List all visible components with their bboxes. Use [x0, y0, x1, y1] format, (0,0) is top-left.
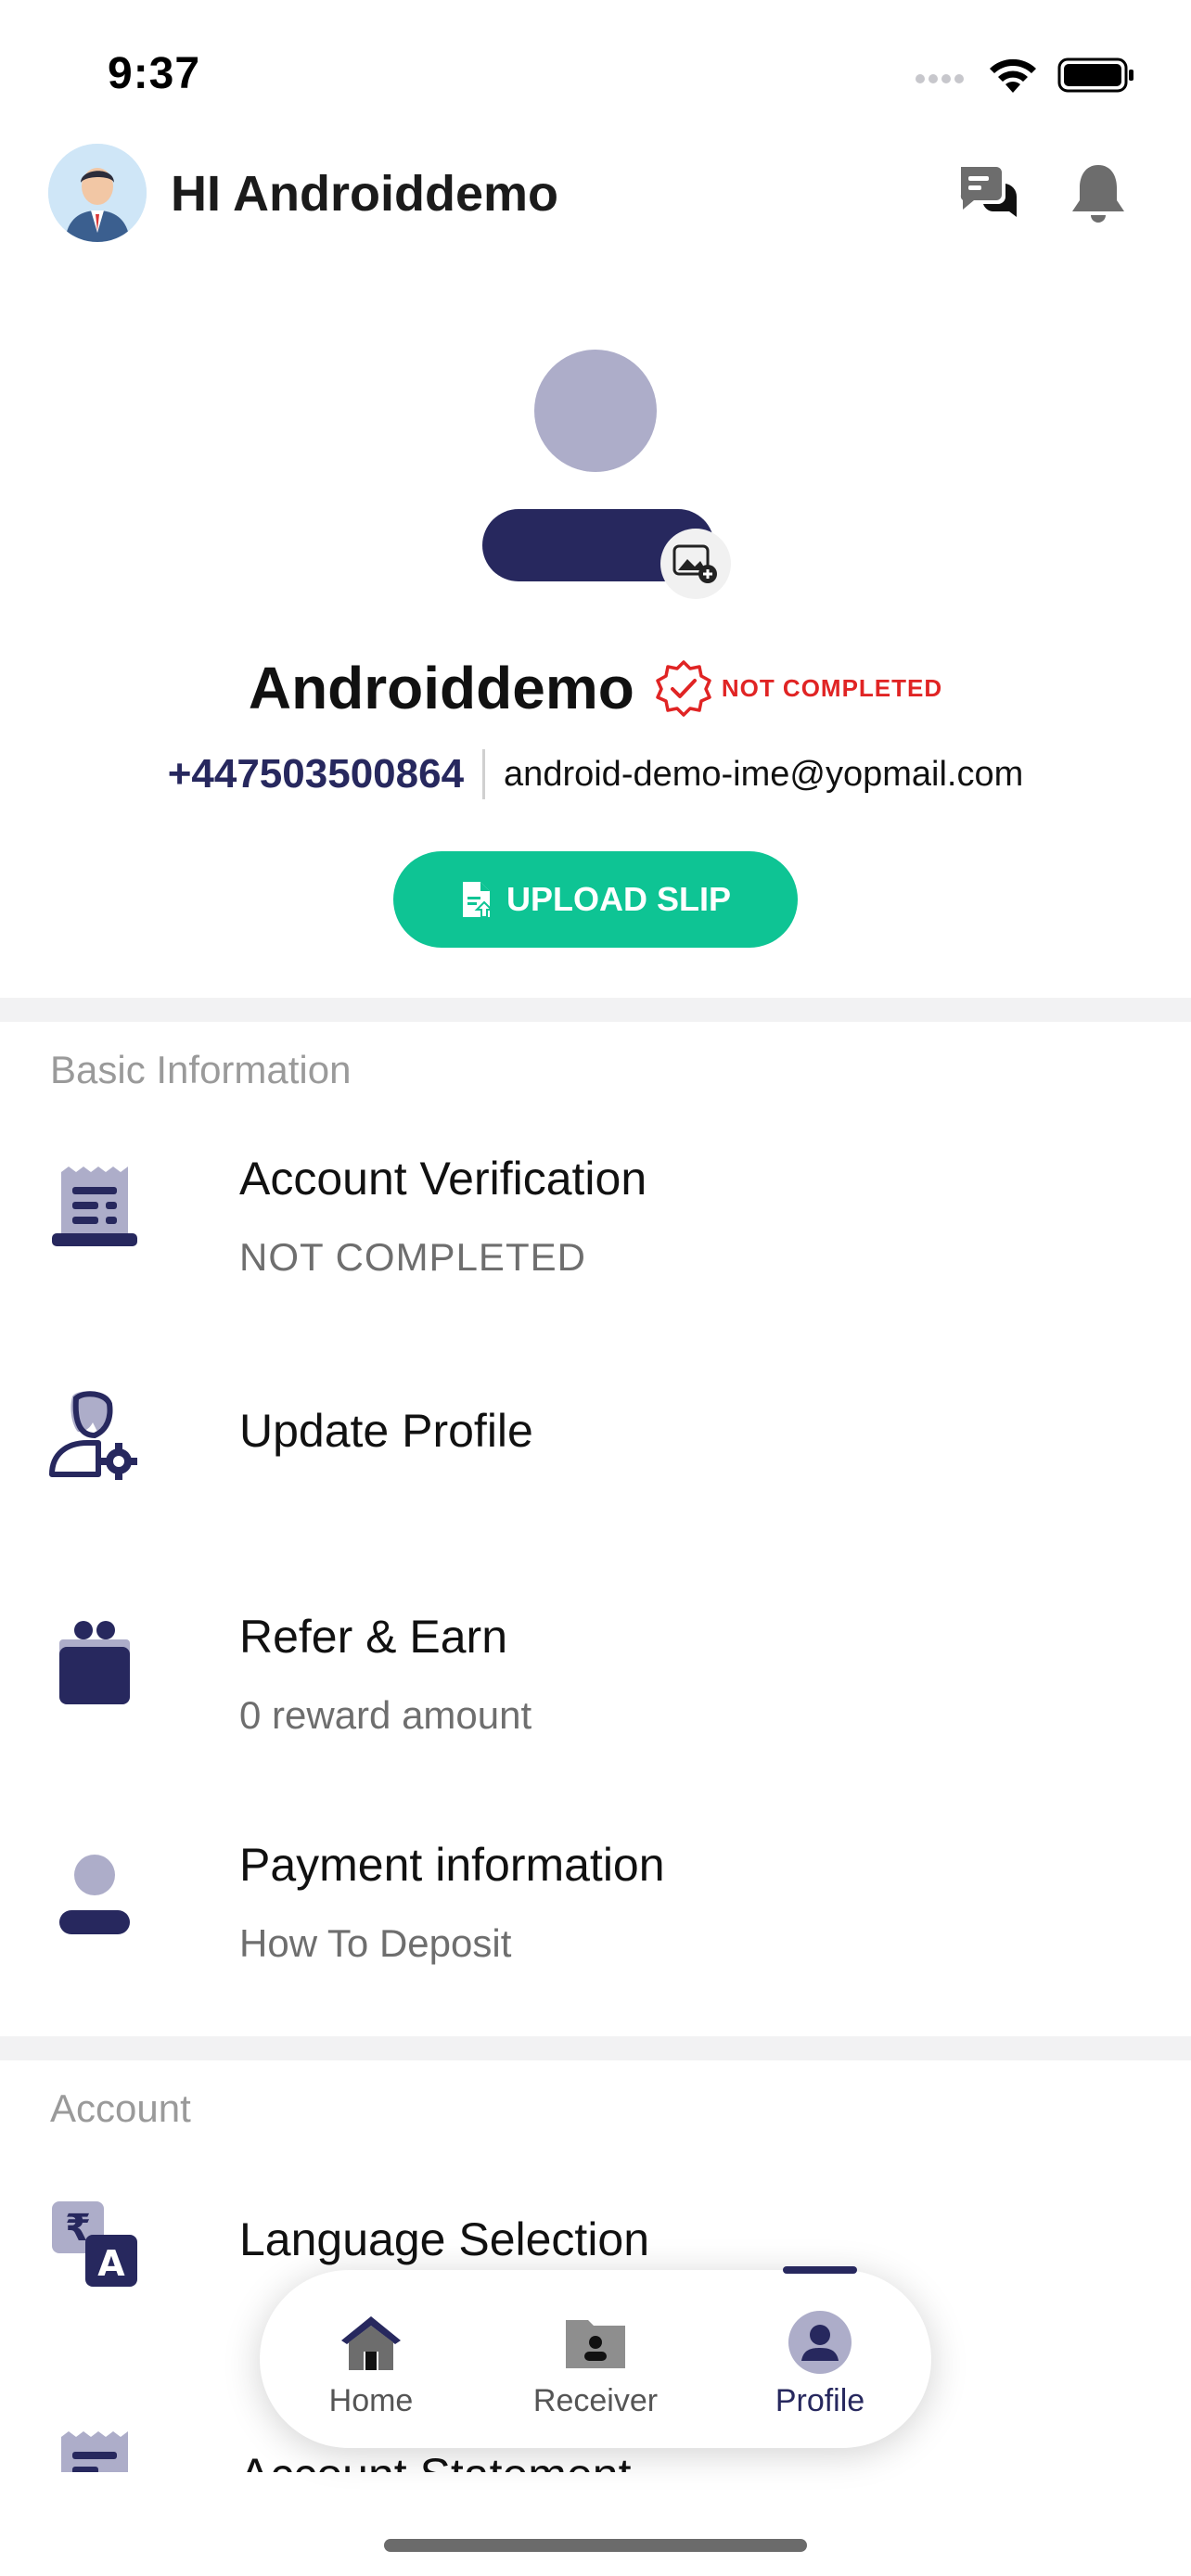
- menu-item-title: Account Verification: [239, 1153, 647, 1205]
- menu-item-subtitle: How To Deposit: [239, 1921, 512, 1965]
- user-settings-icon: [49, 1391, 137, 1480]
- avatar[interactable]: [48, 144, 147, 242]
- section-divider: [0, 2036, 1191, 2060]
- gift-icon: [59, 1621, 130, 1704]
- receipt-icon: [52, 1167, 137, 1246]
- menu-item-payment-information[interactable]: Payment information How To Deposit: [0, 1806, 1191, 1992]
- wifi-icon: [990, 58, 1036, 93]
- tab-label: Home: [328, 2383, 414, 2418]
- menu-item-update-profile[interactable]: Update Profile: [0, 1372, 1191, 1558]
- verification-status: NOT COMPLETED: [721, 673, 943, 702]
- phone-number: +447503500864: [168, 749, 486, 799]
- menu-item-subtitle: NOT COMPLETED: [239, 1235, 586, 1279]
- profile-name-row: Androiddemo NOT COMPLETED: [0, 654, 1191, 722]
- upload-slip-label: UPLOAD SLIP: [506, 880, 731, 918]
- chat-icon: [960, 167, 1018, 217]
- tab-home[interactable]: Home: [278, 2270, 464, 2448]
- bottom-navigation: Home Receiver Profile: [260, 2266, 931, 2448]
- upload-document-icon: [462, 882, 493, 918]
- section-title-account: Account: [50, 2086, 191, 2130]
- bell-icon: [1072, 165, 1124, 223]
- email-address: android-demo-ime@yopmail.com: [504, 754, 1024, 794]
- profile-name: Androiddemo: [248, 655, 634, 721]
- add-photo-icon: [672, 544, 717, 583]
- contact-row: +447503500864 android-demo-ime@yopmail.c…: [0, 749, 1191, 799]
- menu-item-title: Update Profile: [239, 1405, 533, 1457]
- menu-item-account-verification[interactable]: Account Verification NOT COMPLETED: [0, 1131, 1191, 1317]
- user-avatar-icon: [48, 144, 147, 242]
- menu-item-title: Payment information: [239, 1839, 665, 1891]
- menu-item-subtitle: 0 reward amount: [239, 1693, 532, 1737]
- tab-receiver[interactable]: Receiver: [503, 2270, 688, 2448]
- menu-item-refer-earn[interactable]: Refer & Earn 0 reward amount: [0, 1576, 1191, 1762]
- app-header: HI Androiddemo: [0, 139, 1191, 250]
- translate-icon: ₹ A: [52, 2201, 137, 2287]
- notifications-button[interactable]: [1065, 159, 1132, 226]
- tab-label: Receiver: [532, 2383, 659, 2418]
- change-photo-button[interactable]: [660, 529, 731, 599]
- person-icon: [59, 1855, 130, 1934]
- tab-label: Profile: [775, 2383, 865, 2418]
- section-divider: [0, 998, 1191, 1022]
- section-title-basic-information: Basic Information: [50, 1048, 352, 1091]
- signal-icon: [916, 74, 964, 83]
- status-time: 9:37: [108, 49, 201, 98]
- svg-text:A: A: [97, 2243, 125, 2284]
- verification-badge-icon: [656, 660, 711, 717]
- menu-item-title: Language Selection: [239, 2213, 650, 2265]
- menu-item-title: Account Statement: [239, 2448, 631, 2472]
- home-indicator[interactable]: [384, 2539, 807, 2552]
- statement-icon: [61, 2431, 128, 2472]
- receiver-icon: [566, 2320, 625, 2368]
- chat-button[interactable]: [955, 159, 1022, 226]
- verification-badge[interactable]: NOT COMPLETED: [655, 659, 942, 717]
- tab-profile[interactable]: Profile: [727, 2270, 913, 2448]
- upload-slip-button[interactable]: UPLOAD SLIP: [393, 851, 798, 948]
- profile-icon: [788, 2311, 852, 2374]
- menu-item-title: Refer & Earn: [239, 1611, 508, 1663]
- battery-icon: [1057, 57, 1133, 93]
- greeting-text: HI Androiddemo: [171, 166, 558, 222]
- profile-screen: 9:37 HI Androiddemo Androiddemo NOT COMP…: [0, 0, 1191, 2576]
- home-icon: [341, 2316, 401, 2370]
- status-bar: 9:37: [0, 0, 1191, 139]
- status-indicators: [915, 56, 1135, 95]
